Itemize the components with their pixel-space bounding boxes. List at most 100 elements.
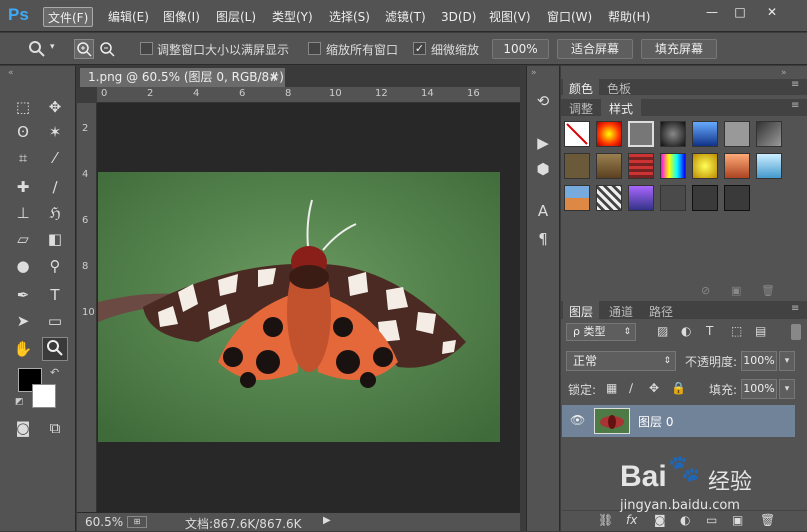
menu-3d[interactable]: 3D(D) bbox=[437, 7, 480, 27]
status-menu-arrow-icon[interactable]: ▶ bbox=[323, 515, 331, 526]
lock-paint-icon[interactable]: ∕ bbox=[629, 381, 633, 395]
delete-style-icon[interactable]: 🗑 bbox=[761, 284, 775, 297]
fill-input[interactable]: 100% bbox=[741, 379, 777, 399]
layer-name[interactable]: 图层 0 bbox=[638, 413, 673, 430]
fill-dropdown-icon[interactable]: ▾ bbox=[779, 379, 795, 399]
style-none[interactable] bbox=[564, 121, 590, 147]
healing-brush-icon[interactable]: ✚ bbox=[12, 176, 34, 198]
lock-transparent-icon[interactable]: ▦ bbox=[606, 381, 617, 395]
pen-tool-icon[interactable]: ✒ bbox=[12, 284, 34, 306]
style-swatch[interactable] bbox=[564, 153, 590, 179]
blend-mode-select[interactable]: 正常 ⇕ bbox=[566, 351, 676, 371]
style-swatch[interactable] bbox=[596, 121, 622, 147]
menu-filter[interactable]: 滤镜(T) bbox=[381, 7, 430, 27]
opacity-input[interactable]: 100% bbox=[741, 351, 777, 371]
hand-tool-icon[interactable]: ✋ bbox=[12, 338, 34, 360]
zoom-tool-active-icon[interactable] bbox=[42, 337, 68, 361]
menu-help[interactable]: 帮助(H) bbox=[604, 7, 654, 27]
screen-mode-icon[interactable]: ⧉ bbox=[44, 417, 66, 439]
zoom-out-icon[interactable] bbox=[98, 40, 118, 60]
eyedropper-icon[interactable]: ⁄ bbox=[44, 147, 66, 169]
style-swatch[interactable] bbox=[660, 153, 686, 179]
tab-color[interactable]: 颜色 bbox=[569, 80, 593, 97]
moth-image[interactable] bbox=[98, 172, 500, 442]
menu-image[interactable]: 图像(I) bbox=[159, 7, 204, 27]
filter-type-icon[interactable]: T bbox=[706, 324, 713, 338]
visibility-eye-icon[interactable]: 👁 bbox=[570, 413, 585, 427]
tab-styles[interactable]: 样式 bbox=[609, 100, 633, 117]
history-brush-icon[interactable]: ℌ bbox=[44, 202, 66, 224]
minimize-button[interactable]: — bbox=[705, 5, 719, 19]
style-swatch[interactable] bbox=[756, 121, 782, 147]
style-swatch[interactable] bbox=[628, 185, 654, 211]
resize-windows-checkbox[interactable] bbox=[140, 42, 153, 55]
layers-panel-menu-icon[interactable]: ≡ bbox=[791, 303, 799, 314]
filter-adjustment-icon[interactable]: ◐ bbox=[681, 324, 691, 338]
tab-paths[interactable]: 路径 bbox=[649, 303, 673, 320]
swap-colors-icon[interactable]: ↶ bbox=[50, 366, 59, 379]
style-swatch[interactable] bbox=[564, 185, 590, 211]
tab-adjustments[interactable]: 调整 bbox=[569, 100, 593, 117]
menu-edit[interactable]: 编辑(E) bbox=[104, 7, 153, 27]
scrubby-zoom-checkbox[interactable]: ✓ bbox=[413, 42, 426, 55]
move-tool-icon[interactable]: ✥ bbox=[44, 96, 66, 118]
actions-panel-icon[interactable]: ▶ bbox=[532, 132, 554, 154]
layer-filter-select[interactable]: ρ 类型 ⇕ bbox=[566, 323, 636, 341]
style-swatch[interactable] bbox=[660, 121, 686, 147]
filter-toggle[interactable] bbox=[791, 324, 801, 340]
zoom-100-button[interactable]: 100% bbox=[492, 39, 549, 59]
zoom-tool-icon[interactable] bbox=[28, 40, 46, 58]
style-swatch[interactable] bbox=[596, 153, 622, 179]
tool-preset-dropdown-icon[interactable]: ▾ bbox=[50, 42, 55, 52]
eraser-icon[interactable]: ▱ bbox=[12, 228, 34, 250]
lasso-tool-icon[interactable]: ʘ bbox=[12, 121, 34, 143]
close-tab-icon[interactable]: × bbox=[269, 68, 279, 87]
zoom-level[interactable]: 60.5% bbox=[85, 515, 123, 529]
panel-menu-icon[interactable]: ≡ bbox=[791, 79, 799, 90]
menu-layer[interactable]: 图层(L) bbox=[212, 7, 260, 27]
style-swatch[interactable] bbox=[724, 121, 750, 147]
style-swatch[interactable] bbox=[692, 121, 718, 147]
clear-style-icon[interactable]: ⊘ bbox=[701, 284, 710, 297]
type-tool-icon[interactable]: T bbox=[44, 284, 66, 306]
tab-channels[interactable]: 通道 bbox=[609, 303, 633, 320]
status-options-icon[interactable]: ⊞ bbox=[127, 516, 147, 528]
tab-layers[interactable]: 图层 bbox=[569, 303, 593, 320]
style-swatch[interactable] bbox=[724, 185, 750, 211]
magic-wand-icon[interactable]: ✶ bbox=[44, 121, 66, 143]
maximize-button[interactable]: □ bbox=[733, 5, 747, 19]
3d-panel-icon[interactable]: ⬢ bbox=[532, 158, 554, 180]
clone-stamp-icon[interactable]: ⊥ bbox=[12, 202, 34, 224]
collapse-toolbox-icon[interactable]: « bbox=[8, 68, 14, 78]
history-panel-icon[interactable]: ⟲ bbox=[532, 90, 554, 112]
menu-file[interactable]: 文件(F) bbox=[43, 7, 94, 27]
layer-row[interactable]: 👁 图层 0 bbox=[562, 405, 795, 437]
style-swatch[interactable] bbox=[628, 121, 654, 147]
background-color-swatch[interactable] bbox=[32, 384, 56, 408]
lock-position-icon[interactable]: ✥ bbox=[649, 381, 659, 395]
filter-smart-icon[interactable]: ▤ bbox=[755, 324, 766, 338]
character-panel-icon[interactable]: A bbox=[532, 200, 554, 222]
marquee-tool-icon[interactable]: ⬚ bbox=[12, 96, 34, 118]
zoom-in-icon[interactable] bbox=[74, 39, 94, 59]
path-select-icon[interactable]: ➤ bbox=[12, 310, 34, 332]
default-colors-icon[interactable]: ◩ bbox=[15, 397, 24, 407]
opacity-dropdown-icon[interactable]: ▾ bbox=[779, 351, 795, 371]
paragraph-panel-icon[interactable]: ¶ bbox=[532, 228, 554, 250]
brush-tool-icon[interactable]: ∕ bbox=[44, 176, 66, 198]
menu-window[interactable]: 窗口(W) bbox=[543, 7, 596, 27]
zoom-all-checkbox[interactable] bbox=[308, 42, 321, 55]
tab-swatches[interactable]: 色板 bbox=[607, 80, 631, 97]
lock-all-icon[interactable]: 🔒 bbox=[671, 381, 686, 395]
fit-screen-button[interactable]: 适合屏幕 bbox=[557, 39, 633, 59]
style-swatch[interactable] bbox=[756, 153, 782, 179]
menu-view[interactable]: 视图(V) bbox=[485, 7, 535, 27]
filter-pixel-icon[interactable]: ▨ bbox=[657, 324, 668, 338]
style-swatch[interactable] bbox=[692, 185, 718, 211]
filter-shape-icon[interactable]: ⬚ bbox=[731, 324, 742, 338]
dodge-tool-icon[interactable]: ⚲ bbox=[44, 255, 66, 277]
style-swatch[interactable] bbox=[692, 153, 718, 179]
collapse-dock-icon[interactable]: » bbox=[781, 68, 787, 78]
style-swatch[interactable] bbox=[660, 185, 686, 211]
gradient-tool-icon[interactable]: ◧ bbox=[44, 228, 66, 250]
